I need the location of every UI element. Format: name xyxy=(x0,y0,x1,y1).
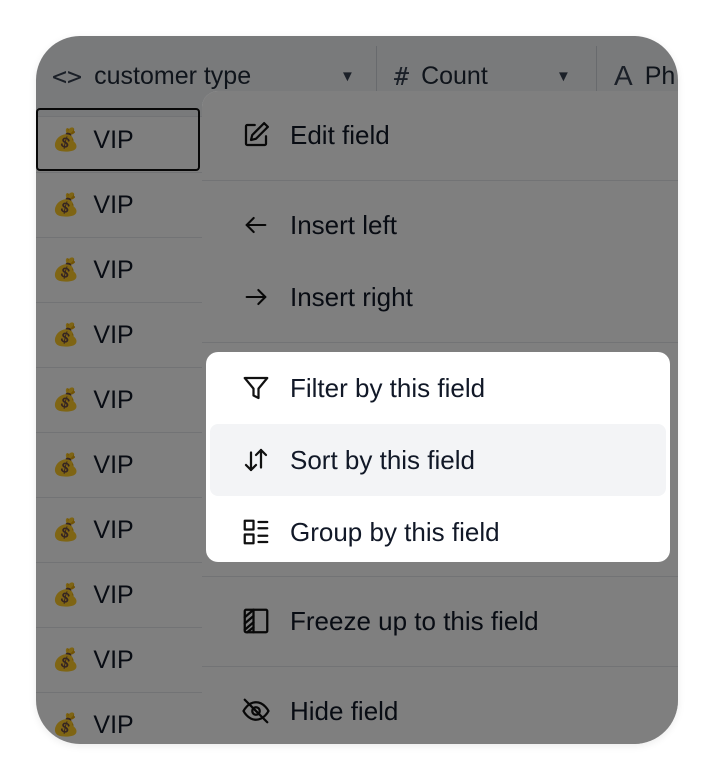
group-list-icon xyxy=(240,516,272,548)
menu-item-filter[interactable]: Filter by this field xyxy=(206,352,670,424)
app-window: <> customer type ▼ # Count ▼ A Ph 💰VIP 💰… xyxy=(36,36,678,744)
menu-item-group[interactable]: Group by this field xyxy=(206,496,670,568)
menu-item-sort[interactable]: Sort by this field xyxy=(206,424,670,496)
menu-item-label: Filter by this field xyxy=(290,372,486,403)
sort-icon xyxy=(240,444,272,476)
highlighted-menu-group: Filter by this field Sort by this field … xyxy=(206,352,670,562)
menu-item-label: Group by this field xyxy=(290,516,500,547)
menu-item-label: Sort by this field xyxy=(290,444,475,475)
filter-icon xyxy=(240,372,272,404)
